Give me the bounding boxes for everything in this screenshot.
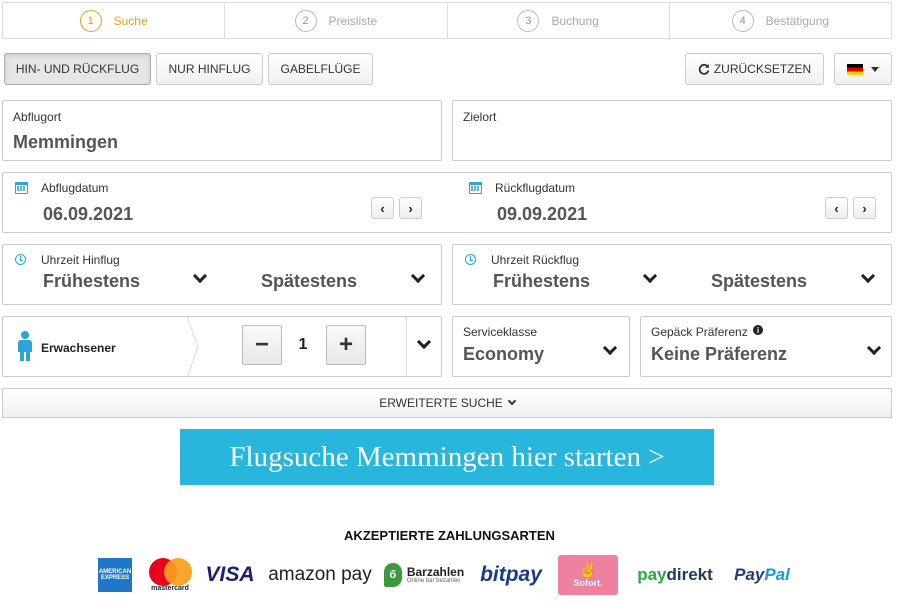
- baggage-select[interactable]: Gepäck Präferenz i Keine Präferenz: [640, 316, 892, 377]
- reset-label: ZURÜCKSETZEN: [713, 62, 812, 76]
- paydirekt-text-direkt: direkt: [666, 565, 713, 584]
- baggage-value: Keine Präferenz: [651, 344, 788, 364]
- departure-date-value[interactable]: 06.09.2021: [43, 204, 133, 225]
- open-jaw-button[interactable]: GABELFLÜGE: [268, 53, 373, 85]
- bitpay-text: bitpay: [480, 563, 542, 586]
- return-time-label: Uhrzeit Rückflug: [491, 253, 580, 267]
- amazon-pay-text: amazon pay: [268, 564, 372, 585]
- calendar-icon: [15, 182, 28, 194]
- chevron-down-icon: [602, 340, 618, 356]
- departure-prev-day-button[interactable]: ‹: [371, 197, 394, 219]
- sofort-text: Sofort.: [573, 577, 603, 588]
- decrease-passenger-button[interactable]: −: [242, 325, 282, 365]
- sofort-logo: ✌ Sofort.: [558, 555, 618, 595]
- step-number: 2: [294, 9, 317, 32]
- passenger-field: Erwachsener − 1 +: [2, 316, 442, 377]
- paypal-text-pal: Pal: [764, 565, 790, 584]
- step-label: Bestätigung: [765, 13, 830, 28]
- chevron-down-icon: [866, 340, 882, 356]
- paypal-text-pay: Pay: [734, 565, 765, 584]
- step-label: Buchung: [551, 13, 599, 28]
- step-confirmation: 4 Bestätigung: [670, 3, 891, 38]
- step-label: Preisliste: [328, 13, 378, 28]
- return-next-day-button[interactable]: ›: [853, 197, 876, 219]
- round-trip-button[interactable]: HIN- UND RÜCKFLUG: [4, 53, 151, 85]
- amazon-pay-logo: amazon pay: [268, 556, 372, 594]
- germany-flag-icon: [847, 63, 863, 75]
- arrow-divider: [186, 317, 199, 376]
- mastercard-logo: mastercard: [146, 556, 194, 594]
- return-date-value[interactable]: 09.09.2021: [497, 204, 587, 225]
- outbound-time-label: Uhrzeit Hinflug: [41, 253, 120, 267]
- refresh-icon: [698, 63, 710, 75]
- departure-next-day-button[interactable]: ›: [399, 197, 422, 219]
- step-number: 4: [731, 9, 754, 32]
- progress-steps: 1 Suche 2 Preisliste 3 Buchung 4 Bestätigung: [2, 2, 892, 39]
- calendar-icon: [469, 182, 482, 194]
- barzahlen-logo: б Barzahlen Online bar bezahlen: [382, 556, 466, 594]
- visa-text: VISA: [205, 563, 255, 586]
- return-prev-day-button[interactable]: ‹: [825, 197, 848, 219]
- start-search-button[interactable]: Flugsuche Memmingen hier starten >: [180, 429, 714, 485]
- info-icon[interactable]: i: [753, 325, 763, 335]
- destination-field[interactable]: Zielort: [452, 100, 892, 161]
- chevron-down-icon: [507, 396, 517, 406]
- step-number: 1: [79, 9, 102, 32]
- increase-passenger-button[interactable]: +: [326, 325, 366, 365]
- mastercard-text: mastercard: [151, 585, 189, 592]
- outbound-latest-select[interactable]: Spätestens: [261, 271, 357, 292]
- chevron-down-icon[interactable]: [860, 268, 876, 284]
- amex-text: AMERICAN EXPRESS: [98, 558, 132, 592]
- date-row: Abflugdatum 06.09.2021 ‹ › Rückflugdatum…: [2, 172, 892, 233]
- visa-logo: VISA: [204, 556, 256, 594]
- caret-down-icon: [871, 66, 879, 72]
- passenger-type-label: Erwachsener: [41, 341, 116, 355]
- paydirekt-text-pay: pay: [637, 565, 667, 584]
- outbound-earliest-select[interactable]: Frühestens: [43, 271, 140, 292]
- bitpay-logo: bitpay: [478, 556, 544, 594]
- origin-value: Memmingen: [13, 132, 119, 152]
- paypal-logo: Pay Pal: [728, 556, 796, 594]
- paydirekt-logo: pay direkt: [632, 556, 718, 594]
- one-way-button[interactable]: NUR HINFLUG: [156, 53, 263, 85]
- language-select[interactable]: [834, 53, 892, 85]
- origin-field[interactable]: Abflugort Memmingen: [2, 100, 442, 161]
- service-class-select[interactable]: Serviceklasse Economy: [452, 316, 630, 377]
- departure-date-label: Abflugdatum: [41, 181, 109, 195]
- step-search: 1 Suche: [3, 3, 226, 38]
- outbound-time-field: Uhrzeit Hinflug Frühestens Spätestens: [2, 244, 442, 305]
- clock-icon: [15, 254, 26, 265]
- clock-icon: [465, 254, 476, 265]
- passenger-count: 1: [298, 336, 308, 353]
- barzahlen-text: Barzahlen: [406, 564, 465, 579]
- barzahlen-subtext: Online bar bezahlen: [406, 578, 461, 585]
- return-date-label: Rückflugdatum: [495, 181, 576, 195]
- chevron-down-icon[interactable]: [192, 268, 208, 284]
- advanced-search-toggle[interactable]: ERWEITERTE SUCHE: [2, 388, 892, 418]
- service-class-value: Economy: [463, 344, 545, 364]
- step-pricelist: 2 Preisliste: [225, 3, 448, 38]
- origin-label: Abflugort: [13, 110, 62, 124]
- payment-methods-title: AKZEPTIERTE ZAHLUNGSARTEN: [344, 528, 555, 543]
- passenger-dropdown-icon[interactable]: [416, 334, 432, 350]
- advanced-search-label: ERWEITERTE SUCHE: [379, 396, 503, 410]
- reset-button[interactable]: ZURÜCKSETZEN: [685, 53, 824, 85]
- return-time-field: Uhrzeit Rückflug Frühestens Spätestens: [452, 244, 892, 305]
- person-icon: [17, 331, 33, 361]
- destination-label: Zielort: [463, 110, 497, 124]
- step-label: Suche: [113, 13, 148, 28]
- return-latest-select[interactable]: Spätestens: [711, 271, 807, 292]
- chevron-down-icon[interactable]: [410, 268, 426, 284]
- return-earliest-select[interactable]: Frühestens: [493, 271, 590, 292]
- baggage-label: Gepäck Präferenz: [651, 325, 748, 339]
- step-number: 3: [517, 9, 540, 32]
- amex-logo: AMERICAN EXPRESS: [97, 556, 133, 594]
- service-class-label: Serviceklasse: [463, 325, 538, 339]
- step-booking: 3 Buchung: [448, 3, 670, 38]
- chevron-down-icon[interactable]: [642, 268, 658, 284]
